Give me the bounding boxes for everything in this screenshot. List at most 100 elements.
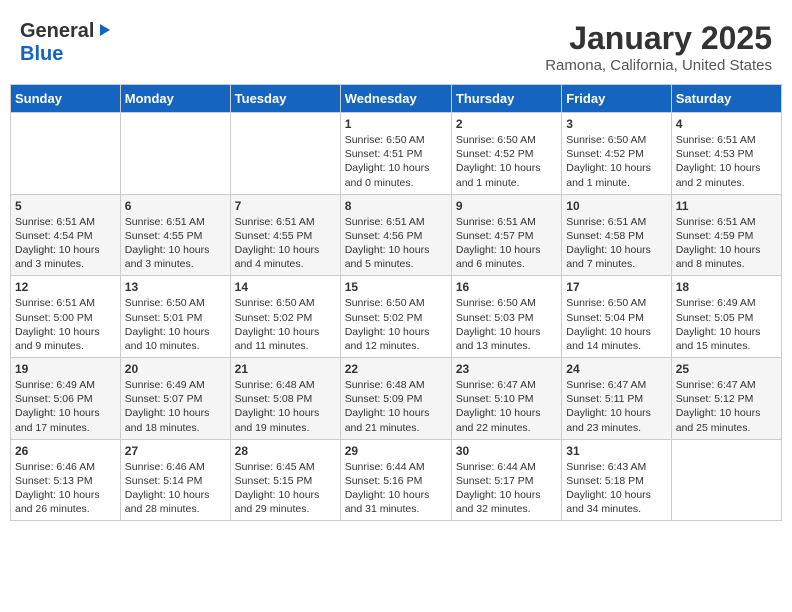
day-detail: Sunset: 5:06 PM — [15, 392, 116, 406]
calendar-cell: 5Sunrise: 6:51 AMSunset: 4:54 PMDaylight… — [11, 194, 121, 276]
day-detail: Daylight: 10 hours — [235, 325, 336, 339]
day-detail: Sunset: 5:17 PM — [456, 474, 557, 488]
day-detail: Daylight: 10 hours — [235, 488, 336, 502]
day-detail: Daylight: 10 hours — [566, 406, 666, 420]
day-number: 31 — [566, 444, 666, 458]
day-number: 21 — [235, 362, 336, 376]
day-detail: and 0 minutes. — [345, 176, 447, 190]
day-detail: Daylight: 10 hours — [125, 488, 226, 502]
day-detail: Daylight: 10 hours — [456, 243, 557, 257]
day-detail: Sunset: 5:12 PM — [676, 392, 777, 406]
day-detail: Daylight: 10 hours — [676, 406, 777, 420]
weekday-header: Wednesday — [340, 85, 451, 113]
day-detail: and 7 minutes. — [566, 257, 666, 271]
day-detail: and 21 minutes. — [345, 421, 447, 435]
day-detail: Sunset: 4:51 PM — [345, 147, 447, 161]
day-detail: Sunset: 5:07 PM — [125, 392, 226, 406]
day-detail: Sunrise: 6:51 AM — [676, 215, 777, 229]
day-detail: and 8 minutes. — [676, 257, 777, 271]
day-number: 26 — [15, 444, 116, 458]
day-detail: Daylight: 10 hours — [15, 488, 116, 502]
day-detail: and 18 minutes. — [125, 421, 226, 435]
calendar-cell: 28Sunrise: 6:45 AMSunset: 5:15 PMDayligh… — [230, 439, 340, 521]
calendar-table: SundayMondayTuesdayWednesdayThursdayFrid… — [10, 84, 782, 521]
location: Ramona, California, United States — [545, 57, 772, 74]
day-detail: Sunrise: 6:51 AM — [345, 215, 447, 229]
calendar-cell — [230, 113, 340, 195]
day-number: 14 — [235, 280, 336, 294]
calendar-week-row: 19Sunrise: 6:49 AMSunset: 5:06 PMDayligh… — [11, 358, 782, 440]
day-detail: Daylight: 10 hours — [456, 325, 557, 339]
calendar-cell — [11, 113, 121, 195]
day-detail: Sunrise: 6:51 AM — [235, 215, 336, 229]
day-number: 12 — [15, 280, 116, 294]
day-detail: Daylight: 10 hours — [345, 243, 447, 257]
calendar-cell: 29Sunrise: 6:44 AMSunset: 5:16 PMDayligh… — [340, 439, 451, 521]
calendar-cell: 3Sunrise: 6:50 AMSunset: 4:52 PMDaylight… — [562, 113, 671, 195]
day-detail: and 2 minutes. — [676, 176, 777, 190]
calendar-cell: 24Sunrise: 6:47 AMSunset: 5:11 PMDayligh… — [562, 358, 671, 440]
logo-triangle-icon — [96, 22, 112, 43]
day-number: 30 — [456, 444, 557, 458]
day-detail: Sunset: 5:14 PM — [125, 474, 226, 488]
day-detail: Daylight: 10 hours — [456, 488, 557, 502]
day-detail: Sunrise: 6:50 AM — [456, 296, 557, 310]
day-detail: and 3 minutes. — [125, 257, 226, 271]
day-detail: and 3 minutes. — [15, 257, 116, 271]
calendar-cell: 12Sunrise: 6:51 AMSunset: 5:00 PMDayligh… — [11, 276, 121, 358]
day-detail: Sunset: 5:18 PM — [566, 474, 666, 488]
day-number: 24 — [566, 362, 666, 376]
day-detail: Sunset: 4:54 PM — [15, 229, 116, 243]
day-number: 18 — [676, 280, 777, 294]
weekday-header-row: SundayMondayTuesdayWednesdayThursdayFrid… — [11, 85, 782, 113]
day-detail: Sunrise: 6:50 AM — [345, 133, 447, 147]
calendar-cell — [671, 439, 781, 521]
calendar-week-row: 12Sunrise: 6:51 AMSunset: 5:00 PMDayligh… — [11, 276, 782, 358]
day-detail: Sunset: 5:08 PM — [235, 392, 336, 406]
calendar-cell: 2Sunrise: 6:50 AMSunset: 4:52 PMDaylight… — [451, 113, 561, 195]
calendar-cell: 22Sunrise: 6:48 AMSunset: 5:09 PMDayligh… — [340, 358, 451, 440]
day-detail: Daylight: 10 hours — [15, 243, 116, 257]
day-detail: Sunrise: 6:47 AM — [676, 378, 777, 392]
day-number: 5 — [15, 199, 116, 213]
day-detail: Sunset: 5:11 PM — [566, 392, 666, 406]
day-detail: Daylight: 10 hours — [125, 325, 226, 339]
day-number: 3 — [566, 117, 666, 131]
day-detail: and 10 minutes. — [125, 339, 226, 353]
day-detail: Daylight: 10 hours — [125, 406, 226, 420]
day-detail: Daylight: 10 hours — [676, 243, 777, 257]
calendar-cell: 20Sunrise: 6:49 AMSunset: 5:07 PMDayligh… — [120, 358, 230, 440]
day-detail: Sunset: 5:03 PM — [456, 311, 557, 325]
day-detail: and 23 minutes. — [566, 421, 666, 435]
day-detail: and 31 minutes. — [345, 502, 447, 516]
day-detail: Sunrise: 6:45 AM — [235, 460, 336, 474]
day-detail: Sunrise: 6:50 AM — [456, 133, 557, 147]
day-detail: Sunrise: 6:51 AM — [456, 215, 557, 229]
weekday-header: Tuesday — [230, 85, 340, 113]
day-number: 4 — [676, 117, 777, 131]
logo: General Blue — [20, 20, 112, 66]
day-detail: and 34 minutes. — [566, 502, 666, 516]
day-number: 2 — [456, 117, 557, 131]
day-detail: Sunrise: 6:47 AM — [456, 378, 557, 392]
day-detail: and 15 minutes. — [676, 339, 777, 353]
day-detail: and 5 minutes. — [345, 257, 447, 271]
weekday-header: Sunday — [11, 85, 121, 113]
day-detail: Sunset: 5:15 PM — [235, 474, 336, 488]
day-detail: Sunrise: 6:50 AM — [235, 296, 336, 310]
day-detail: and 12 minutes. — [345, 339, 447, 353]
day-detail: and 29 minutes. — [235, 502, 336, 516]
day-detail: Sunset: 5:04 PM — [566, 311, 666, 325]
day-detail: Daylight: 10 hours — [125, 243, 226, 257]
day-detail: Daylight: 10 hours — [345, 406, 447, 420]
day-detail: Sunset: 4:57 PM — [456, 229, 557, 243]
day-detail: Sunset: 4:56 PM — [345, 229, 447, 243]
calendar-cell: 15Sunrise: 6:50 AMSunset: 5:02 PMDayligh… — [340, 276, 451, 358]
day-detail: Daylight: 10 hours — [345, 161, 447, 175]
day-detail: Daylight: 10 hours — [566, 243, 666, 257]
day-number: 15 — [345, 280, 447, 294]
day-detail: Sunrise: 6:51 AM — [15, 296, 116, 310]
day-detail: Sunset: 5:02 PM — [345, 311, 447, 325]
day-detail: Daylight: 10 hours — [235, 406, 336, 420]
day-detail: and 32 minutes. — [456, 502, 557, 516]
